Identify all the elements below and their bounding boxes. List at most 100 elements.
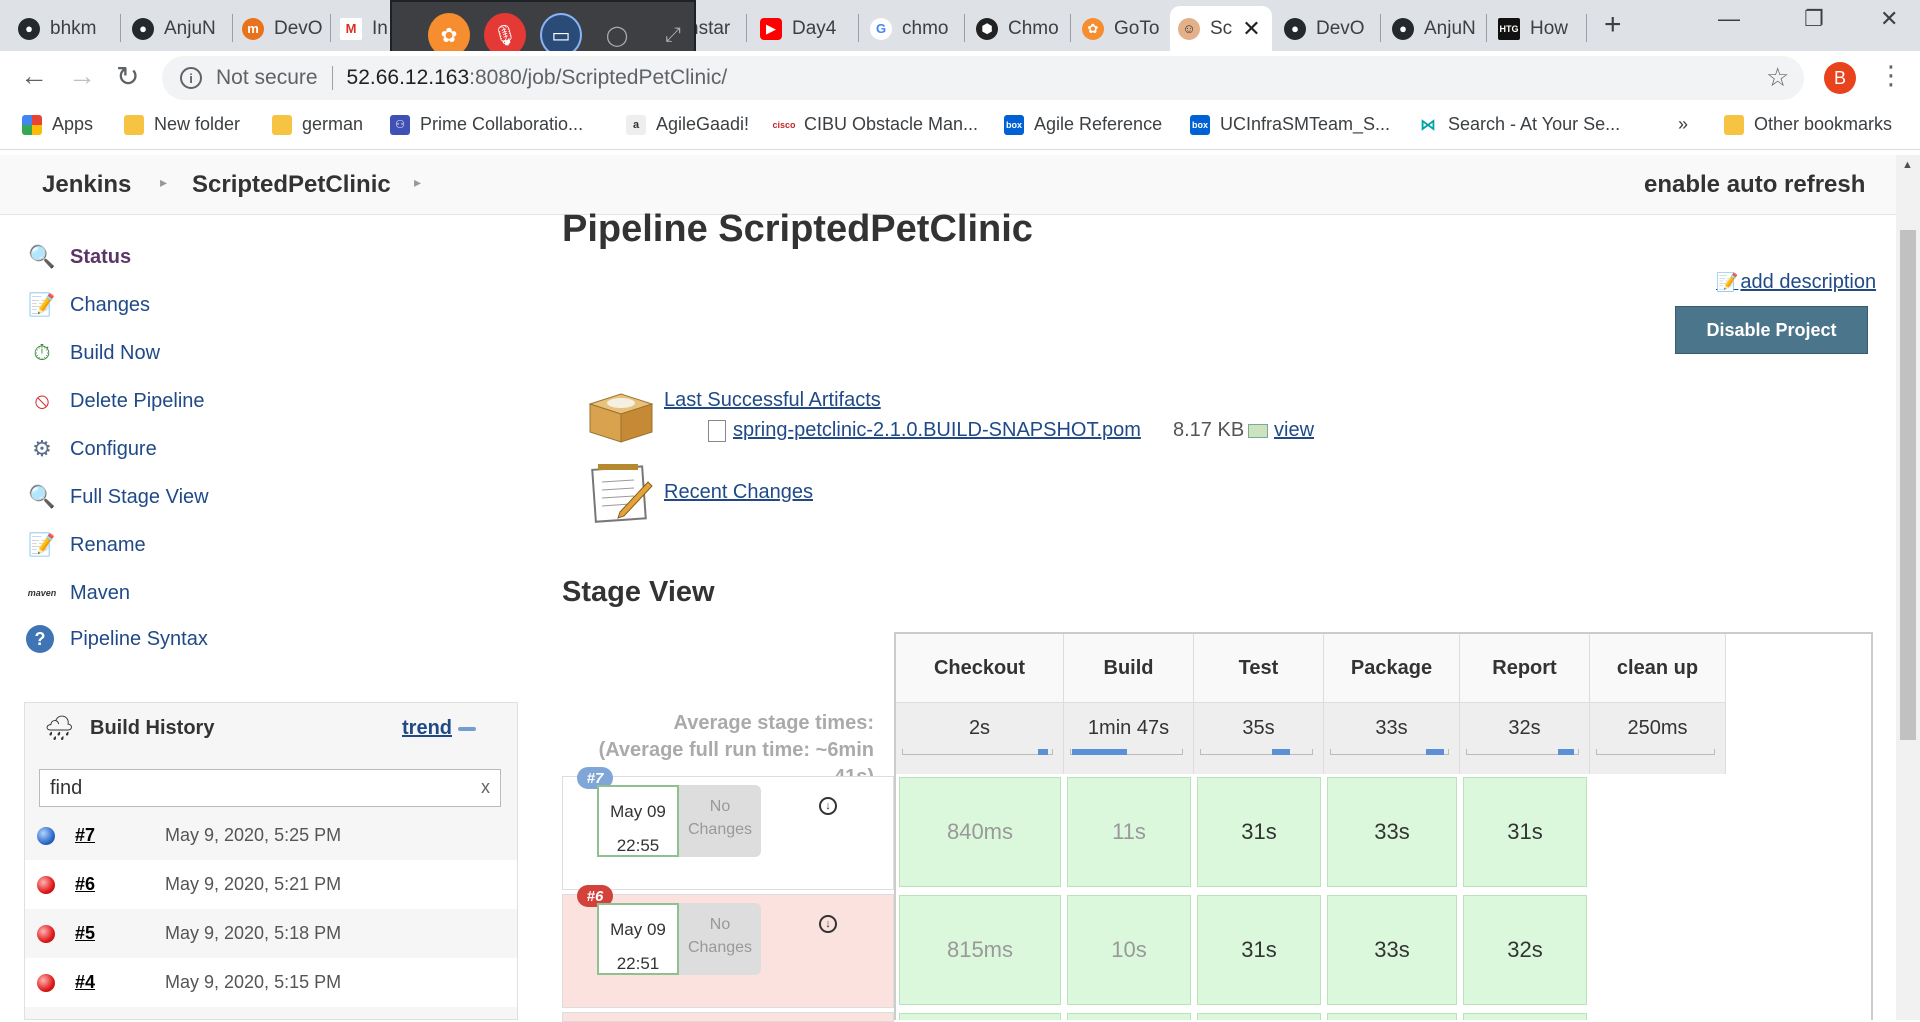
artifact-view-link[interactable]: view — [1248, 419, 1314, 442]
build-number-link[interactable]: #5 — [75, 923, 165, 944]
stage-cell[interactable] — [1197, 1013, 1321, 1020]
recent-changes-notepad-icon — [591, 464, 653, 523]
build-number-link[interactable]: #6 — [75, 874, 165, 895]
last-successful-artifacts-link[interactable]: Last Successful Artifacts — [664, 389, 881, 412]
browser-tab[interactable]: ● AnjuN — [124, 6, 234, 51]
build-number-link[interactable]: #4 — [75, 972, 165, 993]
scroll-up-icon[interactable]: ▲ — [1902, 159, 1913, 171]
stage-cell[interactable]: 31s — [1463, 777, 1587, 887]
stage-cell[interactable]: 33s — [1327, 777, 1457, 887]
bookmark-link[interactable]: cisco CIBU Obstacle Man... — [773, 114, 978, 135]
pipeline-run-row[interactable]: #7 May 09 22:55 No Changes ↓ — [562, 767, 894, 890]
sidebar-item-delete-pipeline[interactable]: ⦸ Delete Pipeline — [26, 385, 205, 417]
browser-tab[interactable]: HTG How — [1490, 6, 1590, 51]
stage-cell[interactable] — [1593, 1013, 1723, 1020]
download-logs-icon[interactable]: ↓ — [819, 797, 837, 815]
stage-cell[interactable]: 11s — [1067, 777, 1191, 887]
stage-cell[interactable]: 840ms — [899, 777, 1061, 887]
browser-tab[interactable]: ● AnjuN — [1384, 6, 1492, 51]
sidebar-item-configure[interactable]: ⚙ Configure — [26, 433, 157, 465]
restore-icon[interactable]: ❐ — [1804, 6, 1824, 32]
disable-project-button[interactable]: Disable Project — [1675, 306, 1868, 354]
bookmark-link[interactable]: ⚇ Prime Collaboratio... — [390, 114, 583, 135]
back-arrow-icon[interactable]: ← — [20, 60, 48, 92]
stage-cell[interactable] — [899, 1013, 1061, 1020]
bookmark-star-icon[interactable]: ☆ — [1766, 62, 1789, 93]
recent-changes-link[interactable]: Recent Changes — [664, 481, 813, 504]
scrollbar-thumb[interactable] — [1900, 230, 1916, 740]
stage-cell[interactable]: 33s — [1327, 895, 1457, 1005]
add-description-link[interactable]: 📝 add description — [1716, 271, 1876, 294]
build-number-link[interactable]: #7 — [75, 825, 165, 846]
artifact-file-link[interactable]: spring-petclinic-2.1.0.BUILD-SNAPSHOT.po… — [733, 419, 1141, 442]
breadcrumb-chevron-icon[interactable]: ▸ — [414, 174, 421, 191]
pipeline-run-row[interactable]: #6 May 09 22:51 No Changes ↓ — [562, 885, 894, 1008]
stage-view-table: Checkout 2s 840ms 815ms Build 1min 47s 11s 10s T… — [894, 632, 1873, 1020]
bookmark-link[interactable]: a AgileGaadi! — [626, 114, 749, 135]
stage-cell[interactable] — [1327, 1013, 1457, 1020]
breadcrumb-job[interactable]: ScriptedPetClinic — [192, 171, 391, 199]
browser-tab[interactable]: m DevO — [234, 6, 344, 51]
browser-tab[interactable]: Gchmo — [862, 6, 972, 51]
browser-menu-icon[interactable]: ⋮ — [1878, 60, 1904, 91]
browser-tab[interactable]: ▶ Day4 — [752, 6, 862, 51]
bookmark-link[interactable]: ⋈ Search - At Your Se... — [1418, 114, 1620, 135]
sidebar-item-rename[interactable]: 📝 Rename — [26, 529, 145, 561]
download-logs-icon[interactable]: ↓ — [819, 915, 837, 933]
browser-tab[interactable]: ● bhkm — [10, 6, 122, 51]
bookmark-other-folder[interactable]: Other bookmarks — [1724, 114, 1892, 135]
tab-divider — [1380, 14, 1381, 42]
sidebar-item-pipeline-syntax[interactable]: ? Pipeline Syntax — [26, 625, 208, 653]
bookmark-folder[interactable]: New folder — [124, 114, 240, 135]
browser-tab[interactable]: ⬢ Chmo — [968, 6, 1076, 51]
stage-cell[interactable]: 32s — [1463, 895, 1587, 1005]
stage-cell[interactable]: 31s — [1197, 777, 1321, 887]
youtube-icon: ▶ — [760, 17, 782, 40]
reload-icon[interactable]: ↻ — [116, 60, 139, 93]
browser-tab[interactable]: ✿ GoTo — [1074, 6, 1184, 51]
sidebar-item-full-stage-view[interactable]: 🔍 Full Stage View — [26, 481, 208, 513]
browser-tab[interactable]: M In — [332, 6, 392, 51]
stage-cell[interactable]: 10s — [1067, 895, 1191, 1005]
browser-tab-active[interactable]: ☺ Sc ✕ — [1170, 6, 1272, 51]
sidebar-item-build-now[interactable]: ⏱ Build Now — [26, 337, 160, 369]
bookmark-link[interactable]: box Agile Reference — [1004, 114, 1162, 135]
folder-icon — [272, 114, 292, 135]
more-bookmarks-chevron[interactable]: » — [1678, 114, 1688, 135]
stage-cell[interactable] — [1067, 1013, 1191, 1020]
bookmark-link[interactable]: box UCInfraSMTeam_S... — [1190, 114, 1390, 135]
forward-arrow-icon[interactable]: → — [68, 60, 96, 92]
box-icon: box — [1004, 114, 1024, 135]
enable-auto-refresh-link[interactable]: enable auto refresh — [1644, 171, 1865, 199]
new-tab-icon[interactable]: + — [1604, 8, 1622, 42]
trend-link[interactable]: trend — [402, 717, 452, 740]
sidebar-item-changes[interactable]: 📝 Changes — [26, 289, 150, 321]
stage-cell[interactable] — [1463, 1013, 1587, 1020]
pipeline-run-row[interactable] — [562, 1012, 894, 1022]
breadcrumb-chevron-icon[interactable]: ▸ — [160, 174, 167, 191]
magnifier-icon: 🔍 — [28, 484, 56, 509]
browser-tab[interactable]: ● DevO — [1276, 6, 1386, 51]
breadcrumb-jenkins[interactable]: Jenkins — [42, 171, 131, 199]
url-input[interactable]: i Not secure 52.66.12.163:8080/job/Scrip… — [162, 56, 1804, 100]
collapse-icon[interactable] — [458, 727, 476, 731]
build-search-input[interactable]: find x — [39, 769, 501, 807]
stage-cell[interactable]: 31s — [1197, 895, 1321, 1005]
close-tab-icon[interactable]: ✕ — [1242, 16, 1260, 42]
info-icon[interactable]: i — [180, 67, 202, 89]
build-row: #5 May 9, 2020, 5:18 PM — [25, 909, 517, 958]
run-changes-box[interactable]: No Changes — [679, 785, 761, 857]
github-icon: ● — [1392, 17, 1414, 40]
clear-search-icon[interactable]: x — [481, 777, 490, 798]
sidebar-item-status[interactable]: 🔍 Status — [26, 241, 131, 273]
run-changes-box[interactable]: No Changes — [679, 903, 761, 975]
stage-view-heading: Stage View — [562, 576, 715, 608]
profile-avatar[interactable]: B — [1824, 62, 1856, 94]
sidebar-item-maven[interactable]: maven Maven — [26, 577, 130, 609]
stage-cell[interactable]: 815ms — [899, 895, 1061, 1005]
minimize-icon[interactable]: — — [1718, 6, 1740, 32]
bookmark-folder[interactable]: german — [272, 114, 363, 135]
close-window-icon[interactable]: ✕ — [1880, 6, 1898, 32]
page-scrollbar[interactable]: ▲ — [1896, 155, 1920, 1020]
bookmark-apps[interactable]: Apps — [22, 114, 93, 135]
